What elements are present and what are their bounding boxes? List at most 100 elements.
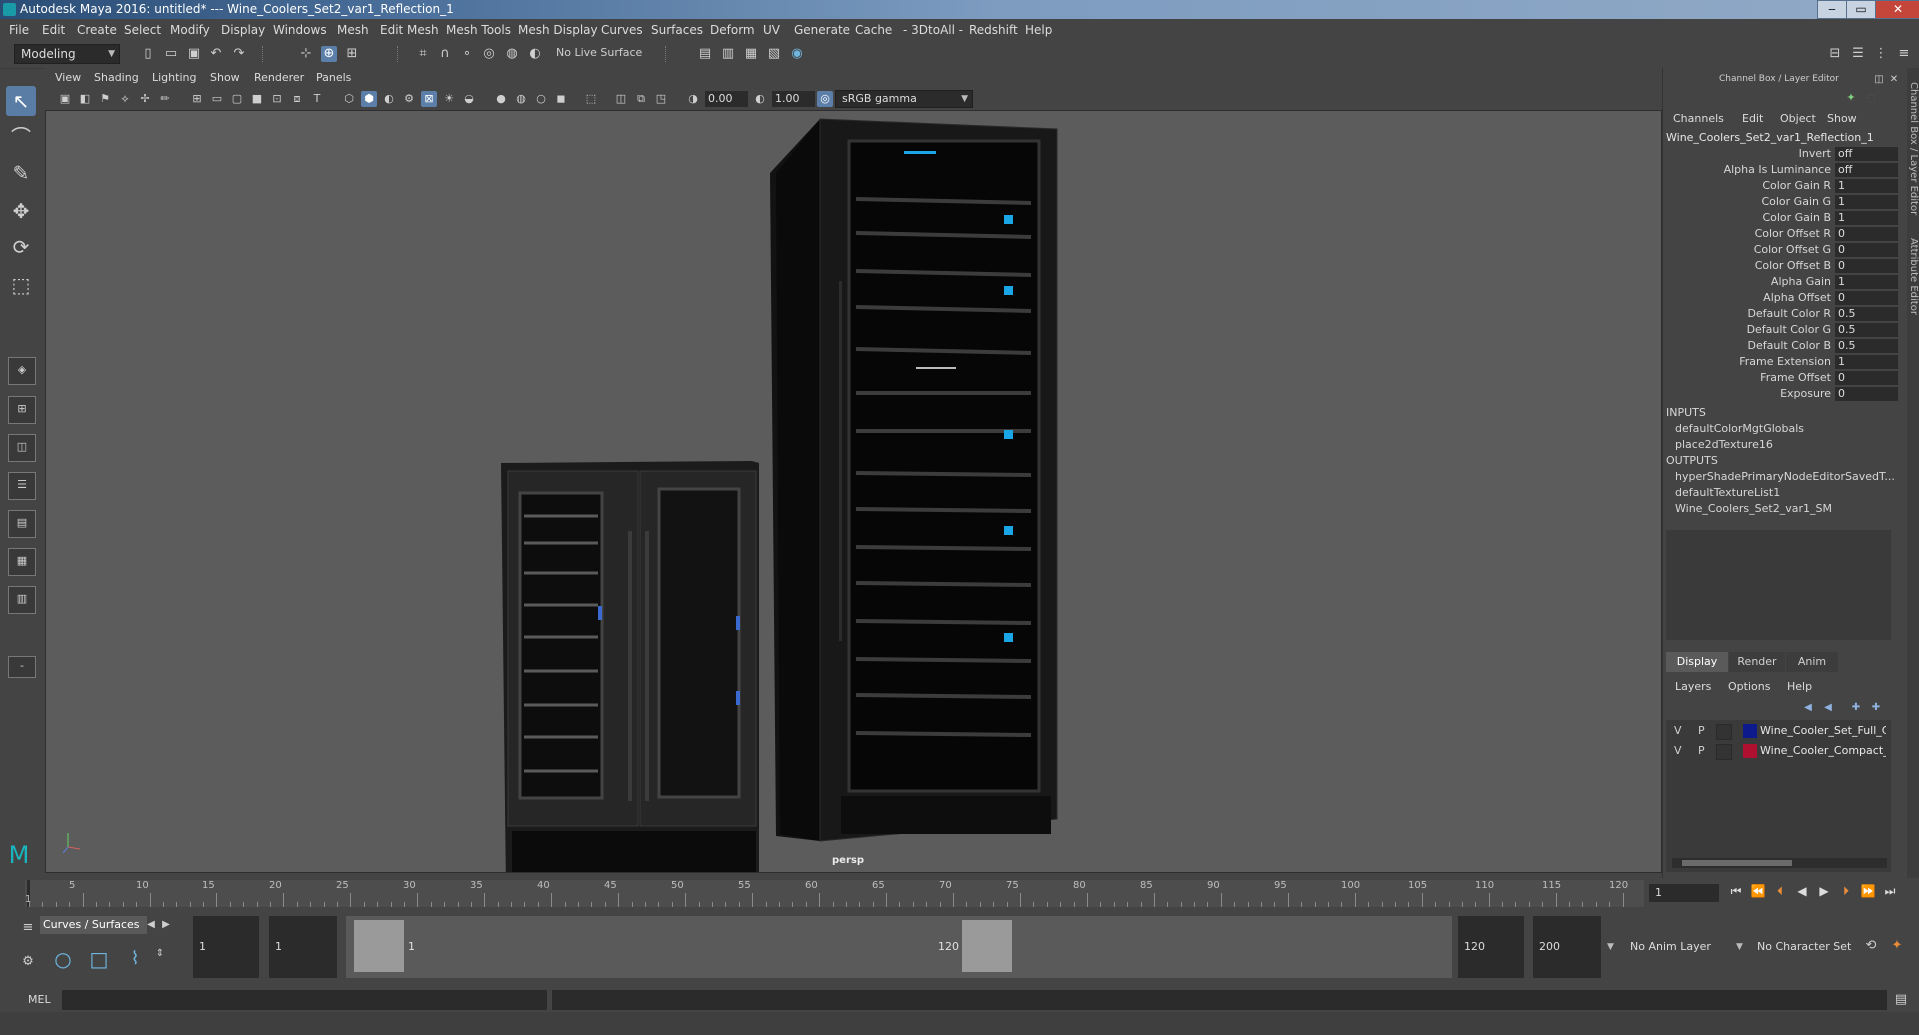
camera-attributes-icon[interactable]: ▣ [57, 91, 73, 107]
new-layer-selected-icon[interactable]: ✚ [1868, 700, 1884, 716]
layer-name[interactable]: Wine_Cooler_Compact_D [1760, 744, 1886, 757]
tab-display[interactable]: Display [1666, 652, 1728, 672]
vp-menu-show[interactable]: Show [210, 71, 240, 84]
minimize-button[interactable]: ‒ [1817, 0, 1847, 19]
make-live-icon[interactable]: ◐ [527, 46, 543, 62]
layer-visibility-toggle[interactable]: V [1674, 724, 1682, 737]
time-slider[interactable]: 1 5 10 15 20 25 30 35 40 45 50 55 60 65 70 75 80 85 90 95 1… [25, 880, 1644, 907]
menu-file[interactable]: File [9, 23, 29, 37]
attr-value[interactable]: 0.5 [1835, 323, 1898, 337]
play-backwards-icon[interactable]: ◀ [1793, 884, 1811, 900]
color-management-icon[interactable]: ◎ [817, 91, 833, 107]
layer-color-swatch[interactable] [1743, 724, 1757, 738]
character-set-dropdown[interactable]: No Character Set [1751, 916, 1872, 978]
render-frame-icon[interactable]: ▤ [697, 46, 713, 62]
menu-3dtoall[interactable]: - 3DtoAll - [903, 23, 963, 37]
ipr-render-icon[interactable]: ▥ [720, 46, 736, 62]
compact-wine-cooler[interactable] [501, 461, 759, 872]
render-layout-icon[interactable]: ▥ [8, 586, 36, 614]
persp-outliner-layout-icon[interactable]: ☰ [8, 472, 36, 500]
menu-surfaces[interactable]: Surfaces [651, 23, 703, 37]
attr-value[interactable]: 1 [1835, 179, 1898, 193]
anti-aliasing-icon[interactable]: ○ [533, 91, 549, 107]
step-forward-icon[interactable]: ⏩ [1859, 884, 1877, 900]
attr-value[interactable]: 1 [1835, 275, 1898, 289]
rotate-tool-icon[interactable]: ⟳ [6, 232, 36, 262]
exposure-icon[interactable]: ◑ [685, 91, 701, 107]
attr-value[interactable]: 1 [1835, 355, 1898, 369]
layer-type-toggle[interactable] [1716, 724, 1732, 740]
float-panel-icon[interactable]: ◫ [1873, 72, 1885, 88]
output-node[interactable]: defaultTextureList1 [1675, 486, 1900, 499]
layer-name[interactable]: Wine_Cooler_Set_Full_C [1760, 724, 1886, 737]
output-node[interactable]: Wine_Coolers_Set2_var1_SM [1675, 502, 1900, 515]
vp-menu-panels[interactable]: Panels [316, 71, 351, 84]
grid-toggle-icon[interactable]: ⊞ [189, 91, 205, 107]
lasso-tool-icon[interactable]: ⌒ [6, 122, 36, 152]
perspective-viewport[interactable]: persp [45, 110, 1662, 873]
layer-row[interactable]: V P Wine_Cooler_Set_Full_C [1666, 722, 1891, 740]
channel-lock-icon[interactable]: ◌ [1863, 90, 1879, 106]
range-end-handle[interactable] [962, 920, 1012, 972]
xray-components-icon[interactable]: ◳ [653, 91, 669, 107]
menu-modify[interactable]: Modify [170, 23, 210, 37]
snap-curve-icon[interactable]: ∩ [437, 46, 453, 62]
attr-value[interactable]: 0.5 [1835, 307, 1898, 321]
tab-channel-box-layer-editor[interactable]: Channel Box / Layer Editor [1907, 82, 1919, 215]
menu-cache[interactable]: Cache [855, 23, 892, 37]
hypershade-layout-icon[interactable]: ▦ [8, 548, 36, 576]
snap-point-icon[interactable]: ∘ [459, 46, 475, 62]
menu-edit[interactable]: Edit [42, 23, 65, 37]
field-chart-icon[interactable]: ⊡ [269, 91, 285, 107]
menu-uv[interactable]: UV [763, 23, 780, 37]
attr-value[interactable]: 1 [1835, 211, 1898, 225]
outliner-toggle-icon[interactable]: ☰ [1850, 46, 1866, 62]
snap-grid-icon[interactable]: ⌗ [415, 46, 431, 62]
chevron-down-icon[interactable]: ▼ [1607, 916, 1619, 978]
step-forward-key-icon[interactable]: ⏵ [1837, 884, 1855, 900]
gamma-icon[interactable]: ◐ [752, 91, 768, 107]
select-tool-icon[interactable]: ↖ [6, 86, 36, 116]
single-view-layout-icon[interactable]: ◈ [8, 357, 36, 385]
menu-select[interactable]: Select [124, 23, 161, 37]
grease-pencil-icon[interactable]: ✏ [157, 91, 173, 107]
select-object-icon[interactable]: ⊕ [321, 46, 337, 62]
attr-value[interactable]: 0 [1835, 243, 1898, 257]
bookmark-icon[interactable]: ⚑ [97, 91, 113, 107]
vp-menu-renderer[interactable]: Renderer [254, 71, 304, 84]
layer-menu-help[interactable]: Help [1787, 680, 1812, 693]
move-tool-icon[interactable]: ✥ [6, 196, 36, 226]
gate-mask-icon[interactable]: ■ [249, 91, 265, 107]
image-plane-icon[interactable]: ⟡ [117, 91, 133, 107]
attr-value[interactable]: off [1835, 163, 1898, 177]
chevron-down-icon[interactable]: ▼ [1736, 916, 1748, 978]
script-language-label[interactable]: MEL [28, 993, 51, 1006]
cb-menu-object[interactable]: Object [1780, 112, 1816, 125]
move-layer-down-icon[interactable]: ◀ [1820, 700, 1836, 716]
input-node[interactable]: place2dTexture16 [1675, 438, 1900, 451]
cb-menu-channels[interactable]: Channels [1673, 112, 1724, 125]
more-layouts-icon[interactable]: - [8, 656, 36, 678]
xray-icon[interactable]: ◫ [613, 91, 629, 107]
range-slider[interactable]: 1 120 [346, 916, 1452, 978]
snap-surface-icon[interactable]: ◍ [504, 46, 520, 62]
end-time-field[interactable]: 200 [1533, 916, 1601, 978]
animation-preferences-icon[interactable]: ✦ [1889, 938, 1905, 954]
step-back-key-icon[interactable]: ⏴ [1771, 884, 1789, 900]
close-button[interactable]: ✕ [1875, 0, 1919, 19]
nurbs-square-icon[interactable]: □ [86, 946, 112, 972]
scale-tool-icon[interactable]: ⬚ [6, 270, 36, 300]
wireframe-icon[interactable]: ⬡ [341, 91, 357, 107]
menu-mesh-tools[interactable]: Mesh Tools [446, 23, 511, 37]
open-scene-icon[interactable]: ▭ [163, 46, 179, 62]
select-hierarchy-icon[interactable]: ⊹ [298, 46, 314, 62]
layer-menu-layers[interactable]: Layers [1675, 680, 1711, 693]
layer-menu-options[interactable]: Options [1728, 680, 1770, 693]
go-to-start-icon[interactable]: ⏮ [1727, 884, 1745, 900]
shadows-icon[interactable]: ◒ [461, 91, 477, 107]
select-component-icon[interactable]: ⊞ [344, 46, 360, 62]
layer-color-swatch[interactable] [1743, 744, 1757, 758]
tool-settings-icon[interactable]: ⋮ [1873, 46, 1889, 62]
cv-curve-icon[interactable]: ⌇ [122, 946, 148, 972]
tab-anim[interactable]: Anim [1786, 652, 1838, 672]
